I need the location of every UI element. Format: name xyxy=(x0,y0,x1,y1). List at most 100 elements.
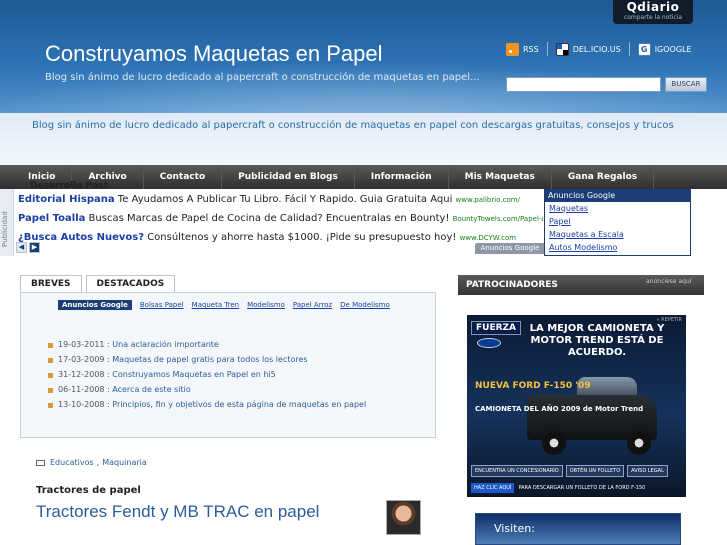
delicious-link[interactable]: DEL.ICIO.US xyxy=(555,42,621,56)
list-item: 19-03-2011 : Una aclaración importante xyxy=(48,337,366,352)
tab-destacados[interactable]: DESTACADOS xyxy=(85,275,176,293)
ad-line[interactable]: ¿Busca Autos Nuevos? Consúltenos y ahorr… xyxy=(18,229,543,248)
site-title[interactable]: Construyamos Maquetas en Papel xyxy=(45,41,383,67)
author-avatar[interactable] xyxy=(386,500,421,535)
nav-item-contacto[interactable]: Contacto xyxy=(144,165,223,189)
ad-button[interactable]: ENCUENTRA UN CONCESIONARIO xyxy=(471,465,563,477)
ad-link-box: Anuncios Google Maquetas Papel Maquetas … xyxy=(544,189,691,256)
ad-award: CAMIONETA DEL AÑO 2009 de Motor Trend xyxy=(475,405,644,413)
ad-cta-button[interactable]: HAZ CLIC AQUÍ xyxy=(471,483,515,493)
igoogle-icon: G xyxy=(637,42,651,56)
rss-icon xyxy=(506,42,519,56)
ad-box-link[interactable]: Maquetas xyxy=(545,202,690,215)
ad-box-link[interactable]: Papel xyxy=(545,215,690,228)
tab-bar: BREVES DESTACADOS xyxy=(20,275,176,293)
ad-link[interactable]: Modelismo xyxy=(247,301,285,309)
ad-title[interactable]: Editorial Hispana xyxy=(18,194,115,205)
ad-link[interactable]: De Modelismo xyxy=(340,301,390,309)
ad-links-row: Anuncios Google Bolsas Papel Maqueta Tre… xyxy=(58,300,390,310)
post-link[interactable]: Maquetas de papel gratis para todos los … xyxy=(112,352,307,367)
rss-link[interactable]: RSS xyxy=(506,42,539,56)
qdiario-logo[interactable]: Qdiario comparte la noticia xyxy=(613,0,693,24)
second-ad[interactable]: Visiten: xyxy=(475,513,681,545)
post-link[interactable]: Principios, fin y objetivos de esta pági… xyxy=(112,397,366,412)
divider xyxy=(546,42,548,56)
header: Qdiario comparte la noticia Construyamos… xyxy=(0,0,727,165)
ad-prev-button[interactable]: ◀ xyxy=(16,242,27,253)
ad-repeat-button[interactable]: « REPETIR xyxy=(657,317,682,323)
ad-banner: Publicidad Editorial Hispana Te Ayudamos… xyxy=(0,189,727,256)
ad-line[interactable]: Papel Toalla Buscas Marcas de Papel de C… xyxy=(18,210,543,229)
ad-arrows: ◀ ▶ xyxy=(16,242,40,253)
bullet-icon xyxy=(48,388,53,393)
post-title[interactable]: Tractores Fendt y MB TRAC en papel xyxy=(36,502,319,522)
ad-cta-text: PARA DESCARGAR UN FOLLETO DE LA FORD F-1… xyxy=(518,485,646,491)
bullet-icon xyxy=(48,373,53,378)
post-link[interactable]: Acerca de este sitio xyxy=(112,382,191,397)
ad-text: Consúltenos y ahorre hasta $1000. ¡Pide … xyxy=(144,232,460,243)
bullet-icon xyxy=(48,343,53,348)
ad-text: Buscas Marcas de Papel de Cocina de Cali… xyxy=(85,213,453,224)
tab-breves[interactable]: BREVES xyxy=(20,275,82,293)
main-nav: Inicio Archivo Contacto Publicidad en Bl… xyxy=(0,165,727,189)
ad-line[interactable]: Editorial Hispana Te Ayudamos A Publicar… xyxy=(18,191,543,210)
ad-url[interactable]: www.palibrio.com/ xyxy=(456,196,520,204)
category-link[interactable]: Educativos xyxy=(50,458,94,467)
qdiario-brand: Qdiario xyxy=(626,0,680,14)
bullet-icon xyxy=(48,358,53,363)
post-date: 19-03-2011 xyxy=(58,340,105,349)
page: Qdiario comparte la noticia Construyamos… xyxy=(0,0,727,545)
list-item: 13-10-2008 : Principios, fin y objetivos… xyxy=(48,397,366,412)
ad-box-link[interactable]: Autos Modelismo xyxy=(545,241,690,254)
post-categories: Educativos, Maquinaria xyxy=(36,458,147,467)
post-date: 17-03-2009 xyxy=(58,355,105,364)
ad-lines: Editorial Hispana Te Ayudamos A Publicar… xyxy=(18,191,543,248)
nav-item-publicidad[interactable]: Publicidad en Blogs xyxy=(222,165,355,189)
ad-side-text: Publicidad xyxy=(1,211,9,247)
list-item: 17-03-2009 : Maquetas de papel gratis pa… xyxy=(48,352,366,367)
ad-box-link[interactable]: Maquetas a Escala xyxy=(545,228,690,241)
ad-buttons: ENCUENTRA UN CONCESIONARIO OBTÉN UN FOLL… xyxy=(471,465,668,477)
ad-text: Te Ayudamos A Publicar Tu Libro. Fácil Y… xyxy=(114,194,456,205)
post-link[interactable]: Construyamos Maquetas en Papel en hi5 xyxy=(112,367,275,382)
ad-badge: FUERZA xyxy=(471,321,522,335)
ad-button[interactable]: OBTÉN UN FOLLETO xyxy=(565,465,625,477)
post-date: 06-11-2008 xyxy=(58,385,105,394)
ford-logo xyxy=(477,338,501,348)
ad-url[interactable]: www.DCYW.com xyxy=(460,234,516,242)
qdiario-sub: comparte la noticia xyxy=(623,14,683,21)
delicious-icon xyxy=(555,42,569,56)
truck-wheel xyxy=(542,431,566,455)
truck-wheel xyxy=(627,431,651,455)
delicious-label: DEL.ICIO.US xyxy=(572,44,621,54)
recent-posts-list: 19-03-2011 : Una aclaración importante 1… xyxy=(48,337,366,412)
site-tagline: Blog sin ánimo de lucro dedicado al pape… xyxy=(45,72,480,83)
ads-by-google-label[interactable]: Anuncios Google xyxy=(475,243,545,254)
ad-footer: HAZ CLIC AQUÍ PARA DESCARGAR UN FOLLETO … xyxy=(471,483,645,493)
rss-label: RSS xyxy=(523,44,539,54)
ad-links-header[interactable]: Anuncios Google xyxy=(58,300,132,310)
post-link[interactable]: Una aclaración importante xyxy=(112,337,219,352)
ad-url[interactable]: BountyTowels.com/Papel-de-Coc... xyxy=(453,215,543,223)
second-ad-text: Visiten: xyxy=(494,522,535,535)
nav-item-informacion[interactable]: Información xyxy=(355,165,449,189)
igoogle-label: IGOOGLE xyxy=(654,44,692,54)
ad-button[interactable]: AVISO LEGAL xyxy=(627,465,668,477)
list-item: 06-11-2008 : Acerca de este sitio xyxy=(48,382,366,397)
search-input[interactable] xyxy=(506,77,661,92)
ad-link[interactable]: Maqueta Tren xyxy=(192,301,240,309)
ad-box-header[interactable]: Anuncios Google xyxy=(545,190,690,202)
divider xyxy=(628,42,630,56)
igoogle-link[interactable]: G IGOOGLE xyxy=(637,42,692,56)
advertise-link[interactable]: anúnciese aquí xyxy=(646,278,691,285)
nav-item-gana-regalos[interactable]: Gana Regalos xyxy=(552,165,655,189)
ad-next-button[interactable]: ▶ xyxy=(29,242,40,253)
nav-item-mis-maquetas[interactable]: Mis Maquetas xyxy=(449,165,552,189)
ford-ad[interactable]: FUERZA LA MEJOR CAMIONETA Y MOTOR TREND … xyxy=(467,315,686,497)
ad-link[interactable]: Bolsas Papel xyxy=(140,301,184,309)
ad-title[interactable]: Papel Toalla xyxy=(18,213,85,224)
search-button[interactable]: BUSCAR xyxy=(665,77,707,92)
bullet-icon xyxy=(48,403,53,408)
category-link[interactable]: Maquinaria xyxy=(102,458,147,467)
ad-link[interactable]: Papel Arroz xyxy=(293,301,332,309)
